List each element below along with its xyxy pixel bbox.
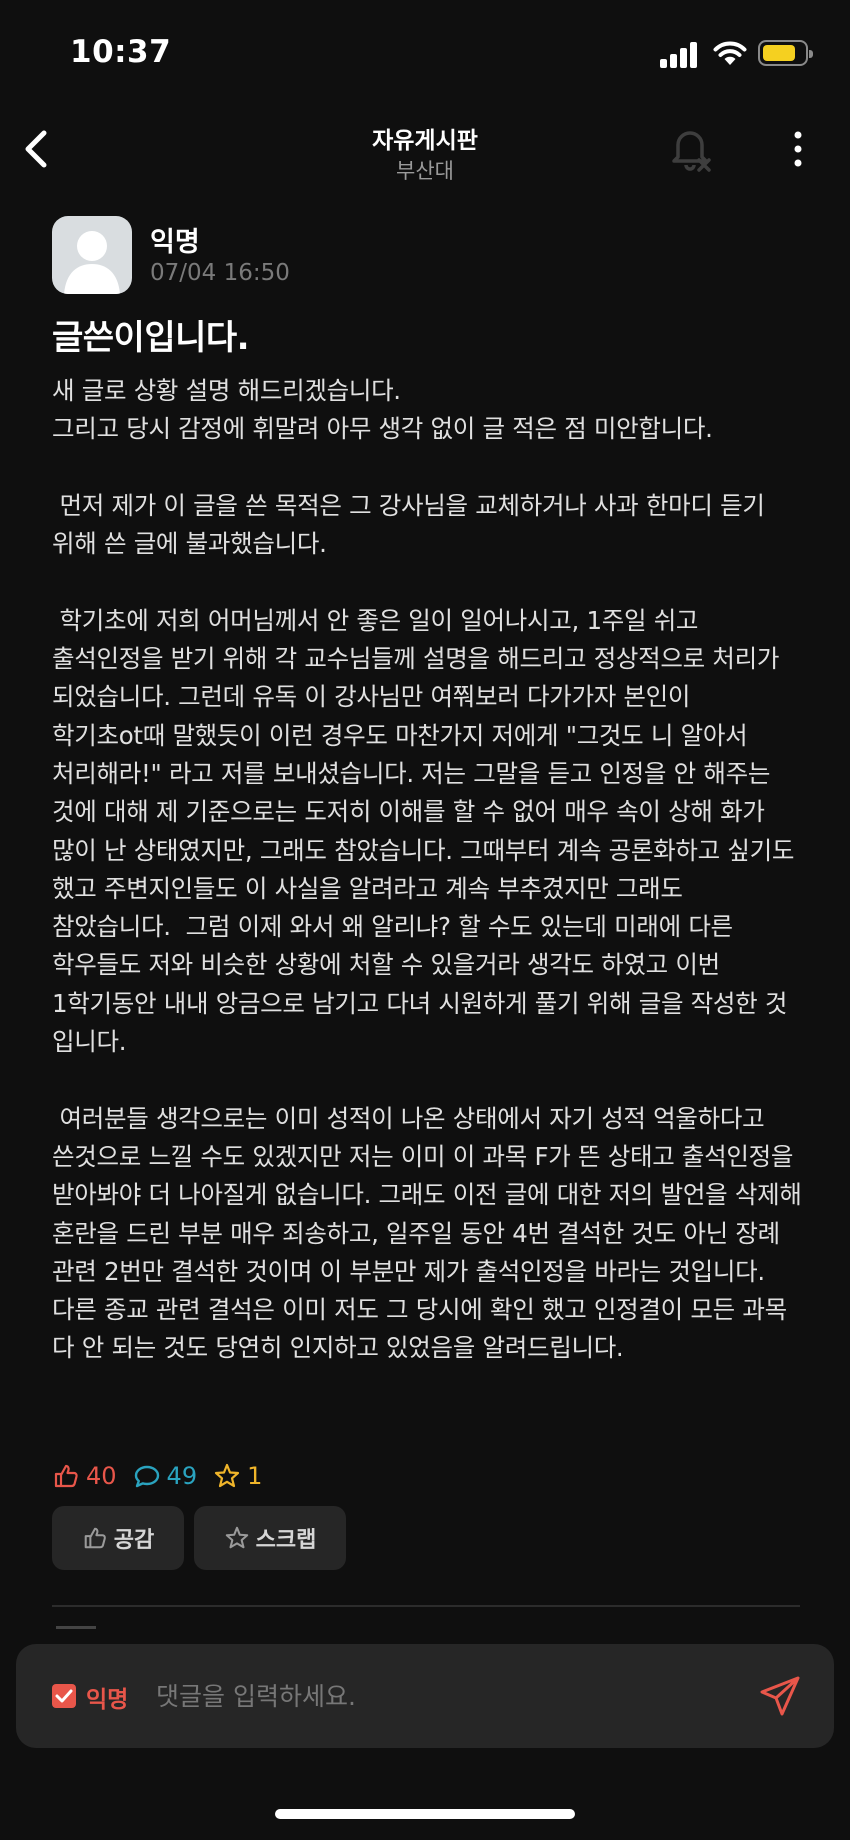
post-title: 글쓴이입니다. (52, 318, 250, 358)
send-icon[interactable] (758, 1674, 802, 1718)
empathy-button[interactable]: 공감 (52, 1506, 184, 1570)
like-stat: 40 (52, 1462, 117, 1490)
thumbs-up-icon (54, 1464, 78, 1488)
more-options-icon[interactable] (784, 127, 812, 171)
post-actions: 공감 스크랩 (52, 1506, 356, 1570)
board-subtitle: 부산대 (396, 159, 454, 183)
comment-section-marker (56, 1626, 96, 1629)
battery-level (763, 45, 795, 61)
status-bar: 10:37 (0, 0, 850, 100)
anonymous-checkbox[interactable] (52, 1684, 76, 1708)
post-body: 새 글로 상황 설명 해드리겠습니다. 그리고 당시 감정에 휘말려 아무 생각… (52, 376, 802, 1363)
post-stats: 40 49 1 (52, 1458, 278, 1494)
like-count: 40 (86, 1462, 117, 1490)
comment-bar: 익명 (16, 1644, 834, 1748)
scrap-count: 1 (247, 1462, 263, 1490)
default-avatar-icon (64, 231, 120, 294)
empathy-label: 공감 (113, 1528, 155, 1553)
wifi-icon (713, 41, 747, 65)
checkmark-icon (55, 1689, 73, 1703)
status-time: 10:37 (70, 34, 172, 70)
author-name: 익명 (150, 227, 200, 258)
nav-header: 자유게시판 부산대 (0, 105, 850, 195)
content-divider (52, 1605, 800, 1607)
thumbs-up-icon (84, 1527, 106, 1549)
post-timestamp: 07/04 16:50 (150, 260, 290, 286)
notification-off-bell-icon[interactable] (666, 123, 714, 175)
battery-icon (758, 40, 813, 66)
anonymous-label[interactable]: 익명 (86, 1680, 128, 1714)
star-icon (214, 1463, 240, 1488)
comment-stat: 49 (133, 1462, 198, 1490)
scrap-button[interactable]: 스크랩 (194, 1506, 346, 1570)
comment-input[interactable] (156, 1672, 736, 1720)
home-indicator (275, 1809, 575, 1819)
speech-bubble-icon (134, 1465, 159, 1488)
scrap-stat: 1 (213, 1462, 262, 1490)
author-avatar (52, 216, 132, 294)
board-title: 자유게시판 (372, 128, 478, 154)
cellular-signal-icon (660, 42, 700, 68)
scrap-label: 스크랩 (255, 1528, 317, 1553)
star-icon (225, 1526, 248, 1549)
comment-count: 49 (166, 1462, 198, 1490)
